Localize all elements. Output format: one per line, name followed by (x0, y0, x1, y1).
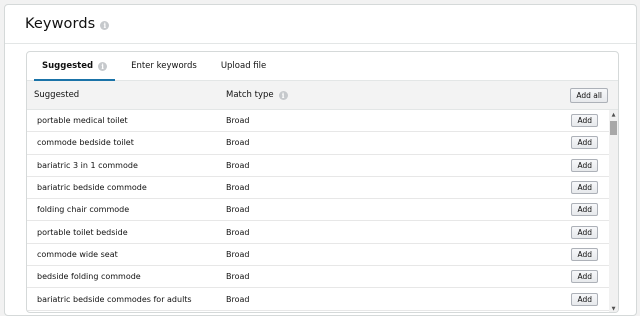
table-header: Suggested Match type i Add all (27, 81, 618, 110)
tab-upload-file[interactable]: Upload file (213, 52, 274, 80)
add-button[interactable]: Add (571, 292, 598, 306)
add-button[interactable]: Add (571, 247, 598, 261)
tab-label: Enter keywords (131, 61, 197, 71)
match-type-text: Broad (226, 138, 250, 148)
keyword-text: bariatric bedside commode (37, 183, 147, 193)
panel-header: Keywords i (5, 5, 636, 44)
match-type-text: Broad (226, 205, 250, 215)
keywords-panel: Keywords i Suggested i Enter keywords Up… (4, 4, 637, 316)
table-row: commode bedside toilet Broad Add (27, 132, 618, 155)
keyword-text: folding chair commode (37, 205, 130, 215)
tab-label: Suggested (42, 61, 94, 71)
add-button[interactable]: Add (571, 270, 598, 284)
keyword-text: bariatric bedside commodes for adults (37, 294, 192, 304)
table-row: bedside folding commode Broad Add (27, 266, 618, 289)
tab-label: Upload file (220, 61, 267, 71)
add-button[interactable]: Add (571, 158, 598, 172)
keyword-text: bedside folding commode (37, 272, 141, 282)
add-button[interactable]: Add (571, 203, 598, 217)
table-row: bariatric 3 in 1 commode Broad Add (27, 155, 618, 177)
info-icon[interactable]: i (100, 20, 110, 30)
table-row: portable medical toilet Broad Add (27, 110, 618, 133)
page-title: Keywords (25, 16, 96, 32)
match-type-text: Broad (226, 272, 250, 282)
match-type-text: Broad (226, 227, 250, 237)
add-button[interactable]: Add (571, 225, 598, 239)
keyword-text: commode wide seat (37, 249, 118, 259)
scrollbar[interactable]: ▲ ▼ (609, 110, 618, 312)
info-icon[interactable]: i (98, 61, 108, 71)
tab-enter-keywords[interactable]: Enter keywords (123, 52, 205, 80)
keyword-text: portable medical toilet (37, 116, 128, 126)
match-type-text: Broad (226, 294, 250, 304)
table-row: folding chair commode Broad Add (27, 199, 618, 222)
column-header-label: Match type (226, 90, 274, 100)
match-type-text: Broad (226, 160, 250, 170)
column-header-suggested: Suggested (34, 90, 80, 100)
add-button[interactable]: Add (571, 114, 598, 128)
match-type-text: Broad (226, 116, 250, 126)
keyword-list: portable medical toilet Broad Add commode b… (27, 110, 618, 312)
table-row: portable toilet bedside Broad Add (27, 221, 618, 244)
keyword-text: bariatric 3 in 1 commode (37, 160, 138, 170)
keyword-text: commode bedside toilet (37, 138, 134, 148)
info-icon[interactable]: i (278, 90, 288, 100)
add-button[interactable]: Add (571, 136, 598, 150)
add-button[interactable]: Add (571, 181, 598, 195)
tab-bar: Suggested i Enter keywords Upload file (27, 52, 618, 81)
scroll-up-icon[interactable]: ▲ (609, 110, 618, 119)
add-all-button[interactable]: Add all (570, 88, 608, 103)
match-type-text: Broad (226, 183, 250, 193)
table-row: bariatric bedside commodes for adults Bro… (27, 288, 618, 311)
keywords-card: Suggested i Enter keywords Upload file S… (26, 51, 619, 313)
scroll-thumb[interactable] (610, 121, 617, 135)
table-row: bariatric bedside commode Broad Add (27, 177, 618, 200)
column-header-match-type: Match type i (226, 90, 288, 100)
tab-suggested[interactable]: Suggested i (34, 52, 116, 81)
table-row: commode wide seat Broad Add (27, 244, 618, 267)
match-type-text: Broad (226, 249, 250, 259)
keyword-text: portable toilet bedside (37, 227, 128, 237)
